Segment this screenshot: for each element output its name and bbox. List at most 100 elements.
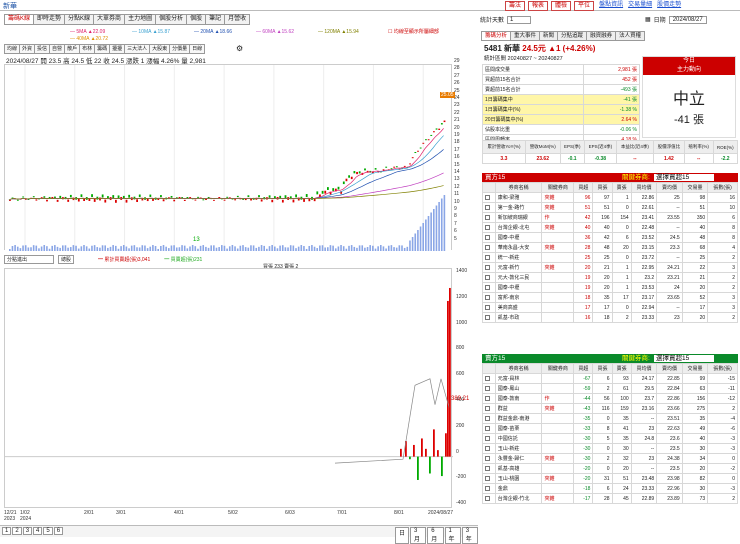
page-5[interactable]: 6 (53, 527, 64, 535)
row-checkbox[interactable] (485, 425, 490, 431)
row-checkbox[interactable] (485, 495, 490, 501)
broker-row[interactable]: 凱基-高雄 -20 0 20 -- 23.5 20 -2 (482, 463, 738, 474)
top-link-0[interactable]: 盤點資訊 (599, 1, 623, 11)
range-4[interactable]: 3年 (461, 527, 479, 544)
indicator-10[interactable]: 分價量 (169, 44, 191, 54)
indicator-3[interactable]: 自營 (49, 44, 66, 54)
broker-row[interactable]: 玉山-桃園 夾雜 -20 31 51 23.48 23.98 82 0 (482, 473, 738, 484)
tab-3[interactable]: 大單券商 (93, 14, 126, 25)
row-checkbox[interactable] (485, 284, 490, 290)
broker-row[interactable]: 金鼎 -18 6 24 23.33 22.96 30 -3 (482, 483, 738, 494)
broker-row[interactable]: 中國信託 -30 5 35 24.8 23.6 40 -3 (482, 433, 738, 444)
tab-1[interactable]: 即時走勢 (33, 14, 66, 25)
tab-5[interactable]: 個股分析 (155, 14, 188, 25)
opt-select[interactable]: 選擇買超15 (654, 174, 714, 181)
row-checkbox[interactable] (485, 375, 490, 381)
page-1[interactable]: 2 (12, 527, 22, 535)
indicator-4[interactable]: 散戶 (64, 44, 81, 54)
lower-button[interactable]: 總股 (58, 255, 75, 264)
row-checkbox[interactable] (485, 465, 490, 471)
broker-row[interactable]: 富邦-南京 18 35 17 23.17 23.65 52 3 (482, 292, 738, 303)
broker-row[interactable]: 康和-梁雅 夾雜 96 97 1 22.86 25 98 16 (482, 192, 738, 203)
top-link-1[interactable]: 交易量細 (628, 1, 652, 11)
top-btn-1[interactable]: 報表 (528, 1, 549, 11)
broker-row[interactable]: 統一-新莊 25 25 0 23.72 -- 25 2 (482, 252, 738, 263)
subtab-5[interactable]: 法人買權 (615, 31, 646, 41)
row-checkbox[interactable] (485, 204, 490, 210)
broker-row[interactable]: 國泰-敦南作 -44 56 100 23.7 22.86 156 -12 (482, 393, 738, 404)
row-checkbox[interactable] (485, 194, 490, 200)
subtab-3[interactable]: 分點追蹤 (557, 31, 588, 41)
broker-row[interactable]: 第一金-路竹 夾雜 51 51 0 22.61 -- 51 10 (482, 202, 738, 213)
page-0[interactable]: 1 (2, 527, 12, 535)
page-2[interactable]: 3 (22, 527, 33, 535)
indicator-8[interactable]: 三大法人 (124, 44, 151, 54)
row-checkbox[interactable] (485, 304, 490, 310)
row-checkbox[interactable] (485, 224, 490, 230)
row-checkbox[interactable] (485, 264, 490, 270)
row-checkbox[interactable] (485, 385, 490, 391)
broker-row[interactable]: 國泰-苗栗 -33 8 41 23 22.63 49 -6 (482, 423, 738, 434)
subtab-4[interactable]: 融資融券 (586, 31, 617, 41)
broker-row[interactable]: 玉山-新莊 -30 0 30 -- 23.5 30 -3 (482, 443, 738, 454)
broker-row[interactable]: 台灣企銀-北屯 夾雜 40 40 0 22.48 -- 40 8 (482, 222, 738, 233)
row-checkbox[interactable] (485, 395, 490, 401)
tab-6[interactable]: 個股 (186, 14, 207, 25)
range-0[interactable]: 日 (395, 527, 410, 544)
subtab-1[interactable]: 重大事件 (510, 31, 541, 41)
broker-row[interactable]: 群益金鼎-南港 -35 0 35 -- 23.51 35 -4 (482, 413, 738, 424)
broker-row[interactable]: 國泰-中壢 36 42 6 23.52 24.5 48 8 (482, 232, 738, 243)
opt-select-sell[interactable]: 選擇買超15 (654, 355, 714, 362)
top-btn-0[interactable]: 籌法 (505, 1, 526, 11)
date-input[interactable]: 2024/08/27 (668, 15, 707, 24)
row-checkbox[interactable] (485, 435, 490, 441)
tab-4[interactable]: 主力地圖 (124, 14, 157, 25)
page-4[interactable]: 5 (43, 527, 53, 535)
broker-row[interactable]: 華南永昌-大安 夾雜 28 48 20 23.15 23.3 68 4 (482, 242, 738, 253)
calendar-icon[interactable]: ▦ (645, 16, 651, 23)
page-3[interactable]: 4 (33, 527, 43, 535)
row-checkbox[interactable] (485, 455, 490, 461)
row-checkbox[interactable] (485, 485, 490, 491)
row-checkbox[interactable] (485, 405, 490, 411)
indicator-9[interactable]: 大股東 (149, 44, 171, 54)
row-checkbox[interactable] (485, 294, 490, 300)
indicator-5[interactable]: 布林 (79, 44, 96, 54)
top-link-2[interactable]: 股價走勢 (657, 1, 681, 11)
gear-icon[interactable]: ⚙ (236, 44, 243, 53)
broker-row[interactable]: 國泰-鳳山 -59 2 61 29.5 22.84 63 -11 (482, 383, 738, 394)
subtab-0[interactable]: 籌碼分析 (481, 31, 512, 41)
tab-8[interactable]: 月營收 (224, 14, 251, 25)
top-btn-3[interactable]: 平位 (574, 1, 595, 11)
range-1[interactable]: 3月 (410, 527, 427, 544)
row-checkbox[interactable] (485, 274, 490, 280)
indicator-2[interactable]: 投信 (34, 44, 51, 54)
row-checkbox[interactable] (485, 314, 490, 320)
row-checkbox[interactable] (485, 234, 490, 240)
ma-note[interactable]: ☐ 均線至顯示所屬細部 (388, 28, 439, 35)
range-2[interactable]: 6月 (427, 527, 444, 544)
row-checkbox[interactable] (485, 445, 490, 451)
lower-select[interactable]: 分點進出 (4, 255, 54, 264)
row-checkbox[interactable] (485, 254, 490, 260)
row-checkbox[interactable] (485, 214, 490, 220)
broker-row[interactable]: 永豐金-歸仁 夾雜 -30 2 32 23 24.38 34 0 (482, 453, 738, 464)
tab-2[interactable]: 分點K線 (64, 14, 95, 25)
tab-7[interactable]: 筆記 (205, 14, 226, 25)
indicator-0[interactable]: 均線 (4, 44, 21, 54)
broker-row[interactable]: 美商高盛 17 17 0 22.94 -- 17 3 (482, 302, 738, 313)
row-checkbox[interactable] (485, 475, 490, 481)
indicator-1[interactable]: 外資 (19, 44, 36, 54)
stat-days-select[interactable]: 1 (507, 15, 532, 24)
price-chart[interactable]: 13 (4, 64, 452, 251)
broker-row[interactable]: 國泰-中壢 19 20 1 23.53 24 20 2 (482, 282, 738, 293)
indicator-11[interactable]: 日線 (189, 44, 206, 54)
indicator-6[interactable]: 籌碼 (94, 44, 111, 54)
broker-row[interactable]: 台灣企銀-竹北 夾雜 -17 28 45 22.89 23.89 73 2 (482, 493, 738, 504)
row-checkbox[interactable] (485, 415, 490, 421)
broker-row[interactable]: 元富-新竹 夾雜 20 21 1 22.95 24.21 22 3 (482, 262, 738, 273)
broker-row[interactable]: 新加坡商瑞銀作 42 196 154 23.41 23.55 350 6 (482, 212, 738, 223)
indicator-7[interactable]: 擾擾 (109, 44, 126, 54)
subtab-2[interactable]: 新聞 (539, 31, 559, 41)
broker-row[interactable]: 群益 夾雜 -43 116 159 23.16 23.66 275 2 (482, 403, 738, 414)
